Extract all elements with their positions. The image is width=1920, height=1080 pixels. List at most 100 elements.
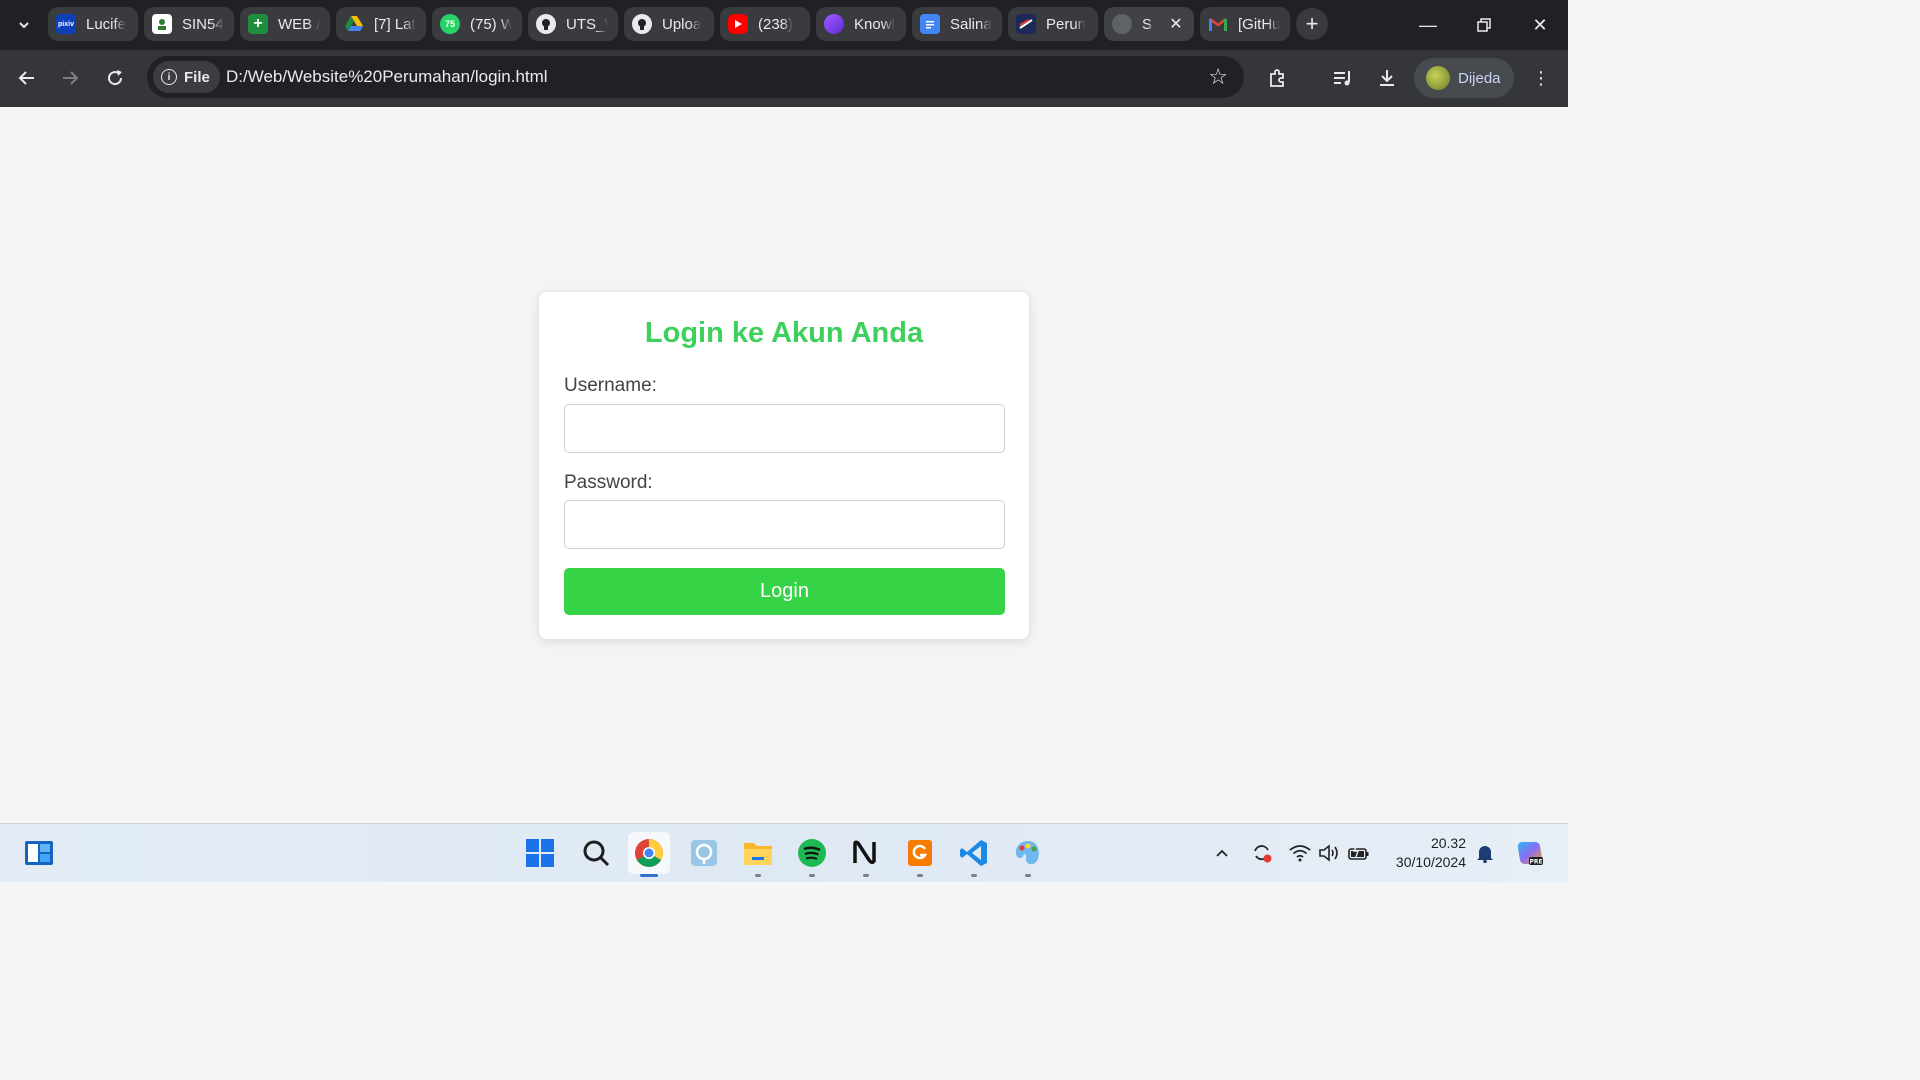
- running-indicator: [917, 874, 923, 877]
- login-card: Login ke Akun Anda Username: Password: L…: [539, 292, 1029, 639]
- avatar: [1426, 66, 1450, 90]
- taskbar: 20.32 30/10/2024 PRE: [0, 823, 1568, 882]
- spotify-icon[interactable]: [791, 832, 833, 877]
- site-info-chip[interactable]: i File: [153, 61, 220, 93]
- tab-label: Uploa: [662, 15, 702, 33]
- show-hidden-icons-icon[interactable]: [1209, 840, 1235, 866]
- tab[interactable]: (238): [720, 7, 810, 41]
- tab[interactable]: [7] Lat: [336, 7, 426, 41]
- tab[interactable]: 75 (75) W: [432, 7, 522, 41]
- login-button[interactable]: Login: [564, 568, 1005, 615]
- url-text[interactable]: D:/Web/Website%20Perumahan/login.html: [226, 67, 548, 87]
- close-window-icon[interactable]: ✕: [1512, 0, 1568, 50]
- active-indicator: [640, 874, 658, 877]
- clock[interactable]: 20.32 30/10/2024: [1380, 834, 1466, 872]
- profile-label: Dijeda: [1458, 69, 1501, 87]
- tab-label: [GitHu: [1238, 15, 1280, 33]
- google-sheets-icon: +: [248, 14, 268, 34]
- profile-button[interactable]: Dijeda: [1414, 58, 1514, 98]
- paint-icon[interactable]: [1007, 832, 1049, 877]
- clock-date: 30/10/2024: [1395, 854, 1466, 870]
- github-icon: [536, 14, 556, 34]
- tab-label: Knowl: [854, 15, 895, 33]
- tab-list: pixiv Lucife SIN54 + WEB / [7] Lat 75 (7…: [48, 7, 1328, 41]
- tab-label: S: [1142, 15, 1153, 33]
- tab-strip: pixiv Lucife SIN54 + WEB / [7] Lat 75 (7…: [0, 0, 1568, 50]
- whatsapp-icon: 75: [440, 14, 460, 34]
- running-indicator: [971, 874, 977, 877]
- search-icon[interactable]: [575, 832, 617, 874]
- new-tab-button[interactable]: +: [1296, 8, 1328, 40]
- knowledge-icon: [824, 14, 844, 34]
- running-indicator: [863, 874, 869, 877]
- back-arrow-icon[interactable]: [9, 60, 45, 96]
- photos-icon[interactable]: [683, 832, 725, 874]
- github-icon: [632, 14, 652, 34]
- more-menu-icon[interactable]: ⋮: [1525, 62, 1557, 94]
- password-label: Password:: [564, 472, 653, 493]
- tab[interactable]: Perun: [1008, 7, 1098, 41]
- campus-logo-icon: [152, 14, 172, 34]
- tab[interactable]: SIN54: [144, 7, 234, 41]
- volume-icon[interactable]: [1316, 840, 1342, 866]
- clock-time: 20.32: [1430, 835, 1466, 851]
- tab[interactable]: [GitHu: [1200, 7, 1290, 41]
- tab[interactable]: Uploa: [624, 7, 714, 41]
- widgets-icon[interactable]: [18, 832, 60, 874]
- perumahan-icon: [1016, 14, 1036, 34]
- tab[interactable]: Salina: [912, 7, 1002, 41]
- file-explorer-icon[interactable]: [737, 832, 779, 877]
- restore-icon[interactable]: [1456, 0, 1512, 50]
- username-label: Username:: [564, 375, 657, 396]
- running-indicator: [809, 874, 815, 877]
- notification-bell-icon[interactable]: [1472, 840, 1498, 866]
- gmail-icon: [1208, 14, 1228, 34]
- tab[interactable]: + WEB /: [240, 7, 330, 41]
- site-chip-label: File: [184, 68, 210, 86]
- extensions-icon[interactable]: [1262, 62, 1294, 94]
- tab[interactable]: pixiv Lucife: [48, 7, 138, 41]
- password-field[interactable]: [564, 500, 1005, 549]
- info-icon: i: [161, 69, 177, 85]
- reload-icon[interactable]: [97, 60, 133, 96]
- page-title: Login ke Akun Anda: [644, 317, 924, 349]
- svg-text:PRE: PRE: [1529, 859, 1542, 866]
- running-indicator: [755, 874, 761, 877]
- sync-status-icon[interactable]: [1249, 840, 1275, 866]
- chrome-icon[interactable]: [628, 832, 670, 877]
- tab-label: (238): [758, 15, 794, 33]
- running-indicator: [1025, 874, 1031, 877]
- forward-arrow-icon[interactable]: [52, 60, 88, 96]
- address-bar[interactable]: i File D:/Web/Website%20Perumahan/login.…: [147, 56, 1244, 98]
- download-icon[interactable]: [1371, 62, 1403, 94]
- tab-label: Salina: [950, 15, 992, 33]
- bookmark-star-icon[interactable]: ☆: [1208, 64, 1228, 90]
- start-icon[interactable]: [519, 832, 561, 874]
- tab-label: SIN54: [182, 15, 224, 33]
- tab-active[interactable]: S ✕: [1104, 7, 1194, 41]
- media-control-icon[interactable]: [1327, 62, 1359, 94]
- tab-label: UTS_V: [566, 15, 608, 33]
- tab-label: Perun: [1046, 15, 1087, 33]
- tab-search-chevron-icon[interactable]: [10, 11, 38, 39]
- username-field[interactable]: [564, 404, 1005, 453]
- copilot-icon[interactable]: PRE: [1514, 837, 1546, 869]
- close-tab-icon[interactable]: ✕: [1166, 14, 1186, 34]
- wifi-icon[interactable]: [1287, 840, 1313, 866]
- page-viewport: Login ke Akun Anda Username: Password: L…: [0, 107, 1568, 823]
- youtube-icon: [728, 14, 748, 34]
- tab[interactable]: Knowl: [816, 7, 906, 41]
- browser-toolbar: i File D:/Web/Website%20Perumahan/login.…: [0, 50, 1568, 107]
- google-docs-icon: [920, 14, 940, 34]
- pixiv-icon: pixiv: [56, 14, 76, 34]
- pdf-editor-icon[interactable]: [899, 832, 941, 877]
- tab-label: Lucife: [86, 15, 127, 33]
- globe-icon: [1112, 14, 1132, 34]
- vscode-icon[interactable]: [953, 832, 995, 877]
- google-drive-icon: [344, 14, 364, 34]
- tab[interactable]: UTS_V: [528, 7, 618, 41]
- minimize-icon[interactable]: —: [1400, 0, 1456, 50]
- tab-label: WEB /: [278, 15, 320, 33]
- notion-icon[interactable]: [845, 832, 887, 877]
- battery-icon[interactable]: [1346, 840, 1372, 866]
